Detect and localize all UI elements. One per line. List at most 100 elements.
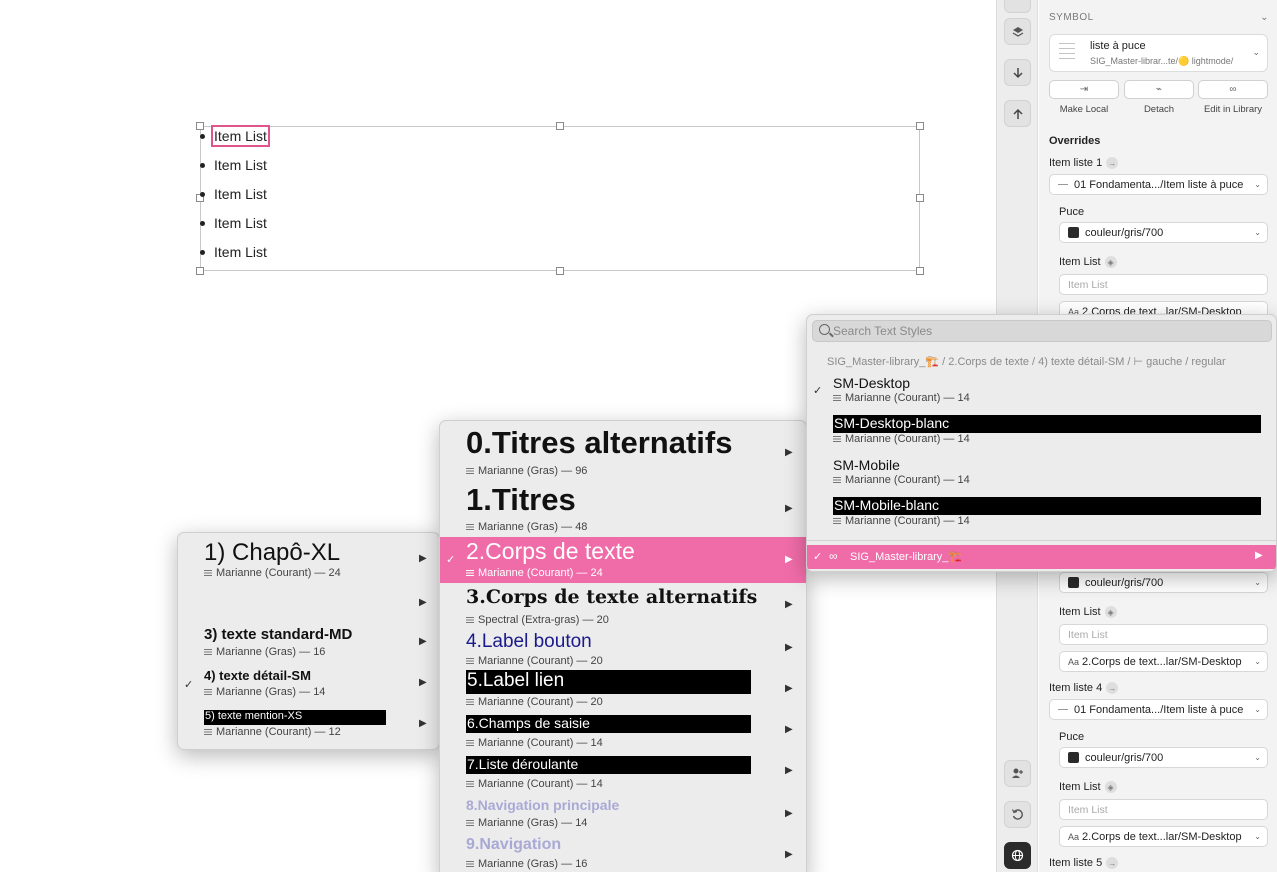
resize-handle-top[interactable]	[556, 122, 564, 130]
detach-button[interactable]: ⌁	[1124, 80, 1194, 99]
menu-item[interactable]: ✓ SM-Desktop Marianne (Courant) — 14	[807, 373, 1276, 414]
menu-item[interactable]: SM-Desktop-blanc Marianne (Courant) — 14	[807, 414, 1276, 455]
search-input[interactable]	[833, 323, 1263, 339]
list-item-text[interactable]: Item List	[211, 125, 270, 147]
list-item[interactable]: Item List	[200, 125, 270, 147]
resize-handle-right[interactable]	[916, 194, 924, 202]
submenu-arrow-icon: ▶	[785, 447, 793, 458]
text-override-input[interactable]: Item List	[1059, 624, 1268, 645]
list-item[interactable]: Item List	[200, 154, 267, 176]
revert-icon[interactable]	[1004, 801, 1031, 828]
menu-item-subtitle: Marianne (Courant) — 20	[466, 655, 603, 667]
list-item[interactable]: Item List	[200, 241, 267, 263]
list-item-text[interactable]: Item List	[214, 186, 267, 202]
layers-icon[interactable]	[1004, 18, 1031, 45]
override-label: Item liste 1 →	[1049, 157, 1119, 169]
menu-item[interactable]: 3) texte standard-MD Marianne (Gras) — 1…	[178, 625, 439, 665]
text-style-override-select[interactable]: Aa 2.Corps de text...lar/SM-Desktop ⌄	[1059, 826, 1268, 847]
list-item-text[interactable]: Item List	[214, 157, 267, 173]
select-value: 01 Fondamenta.../Item liste à puce	[1074, 703, 1244, 716]
bullet-icon	[200, 133, 205, 139]
text-override-input[interactable]: Item List	[1059, 274, 1268, 295]
menu-item[interactable]: 5.Label lien Marianne (Courant) — 20 ▶	[440, 668, 806, 709]
menu-item-subtitle: Marianne (Courant) — 20	[466, 696, 603, 708]
menu-item[interactable]: 5) texte mention-XS Marianne (Courant) —…	[178, 705, 439, 745]
menu-item[interactable]: 1) Chapô-XL Marianne (Courant) — 24 ▶	[178, 533, 439, 585]
submenu-arrow-icon: ▶	[785, 849, 793, 860]
make-local-button[interactable]: ⇥	[1049, 80, 1119, 99]
override-name: Puce	[1059, 731, 1085, 743]
tool-button-icon[interactable]	[1004, 0, 1031, 13]
resize-handle-bottom[interactable]	[556, 267, 564, 275]
menu-item-title: 9.Navigation	[466, 836, 562, 853]
bullet-icon	[200, 162, 205, 168]
menu-item[interactable]: 7.Liste déroulante Marianne (Courant) — …	[440, 750, 806, 791]
menu-item-subtitle: Marianne (Courant) — 14	[466, 737, 603, 749]
list-item[interactable]: Item List	[200, 212, 267, 234]
resize-handle-bottom-left[interactable]	[196, 267, 204, 275]
arrow-right-icon[interactable]: →	[1106, 157, 1119, 169]
selection-bounding-box[interactable]	[200, 126, 920, 271]
menu-item[interactable]: 8.Navigation principale Marianne (Gras) …	[440, 791, 806, 832]
chevron-down-icon[interactable]: ⌄	[1260, 12, 1269, 23]
search-icon	[819, 324, 830, 335]
globe-icon[interactable]	[1004, 842, 1031, 869]
checkmark-icon: ✓	[813, 551, 823, 563]
menu-item[interactable]: 1.Titres Marianne (Gras) — 48 ▶	[440, 481, 806, 537]
arrow-up-icon[interactable]	[1004, 100, 1031, 127]
menu-item[interactable]: ✓ 4) texte détail-SM Marianne (Gras) — 1…	[178, 665, 439, 705]
arrow-right-icon[interactable]: →	[1106, 857, 1119, 869]
menu-item-selected[interactable]: ✓ 2.Corps de texte Marianne (Courant) — …	[440, 537, 806, 583]
add-user-icon[interactable]	[1004, 760, 1031, 787]
menu-item[interactable]: 9.Navigation Marianne (Gras) — 16 ▶	[440, 832, 806, 872]
menu-item-subtitle: Marianne (Gras) — 14	[466, 817, 587, 829]
arrow-right-icon[interactable]: →	[1106, 682, 1119, 694]
symbol-override-select[interactable]: 01 Fondamenta.../Item liste à puce ⌄	[1049, 699, 1268, 720]
menu-item[interactable]: ▶	[178, 585, 439, 625]
submenu-arrow-icon: ▶	[785, 503, 793, 514]
symbol-picker[interactable]: liste à puce SIG_Master-librar...te/🟡 li…	[1049, 34, 1268, 72]
edit-in-library-button[interactable]: ∞	[1198, 80, 1268, 99]
color-override-select[interactable]: couleur/gris/700 ⌄	[1059, 222, 1268, 243]
text-style-override-select[interactable]: Aa 2.Corps de text...lar/SM-Desktop ⌄	[1059, 651, 1268, 672]
menu-item-subtitle: Marianne (Gras) — 16	[466, 858, 587, 870]
menu-item[interactable]: SM-Mobile Marianne (Courant) — 14	[807, 455, 1276, 496]
checkmark-icon: ✓	[446, 554, 456, 566]
menu-divider	[807, 540, 1276, 541]
menu-item-subtitle: Marianne (Gras) — 48	[466, 521, 587, 533]
menu-item[interactable]: 4.Label bouton Marianne (Courant) — 20 ▶	[440, 627, 806, 668]
chevron-down-icon: ⌄	[1254, 705, 1261, 714]
resize-handle-top-right[interactable]	[916, 122, 924, 130]
arrow-down-icon[interactable]	[1004, 59, 1031, 86]
list-item-text[interactable]: Item List	[214, 215, 267, 231]
chevron-down-icon: ⌄	[1254, 578, 1261, 587]
override-name: Item List	[1059, 606, 1101, 618]
library-menu-item[interactable]: ✓ ∞ SIG_Master-library_🏗️ ▶	[807, 545, 1276, 569]
resize-handle-bottom-right[interactable]	[916, 267, 924, 275]
list-item-text[interactable]: Item List	[214, 244, 267, 260]
symbol-section-header[interactable]: SYMBOL ⌄	[1049, 12, 1269, 23]
menu-item-title: 7.Liste déroulante	[466, 756, 751, 774]
symbol-thumbnail-icon	[1059, 43, 1075, 63]
color-override-select[interactable]: couleur/gris/700 ⌄	[1059, 572, 1268, 593]
checkmark-icon: ✓	[184, 679, 194, 691]
menu-item-title: 2.Corps de texte	[466, 538, 635, 564]
symbol-override-select[interactable]: 01 Fondamenta.../Item liste à puce ⌄	[1049, 174, 1268, 195]
override-label: Item liste 4 →	[1049, 682, 1119, 694]
menu-item[interactable]: 6.Champs de saisie Marianne (Courant) — …	[440, 709, 806, 750]
menu-item[interactable]: 3.Corps de texte alternatifs Spectral (E…	[440, 583, 806, 627]
menu-item-title: 3.Corps de texte alternatifs	[466, 586, 758, 608]
override-label: Item liste 5 →	[1049, 857, 1119, 869]
dash-icon	[1058, 184, 1068, 185]
override-label: Item List ◈	[1059, 606, 1117, 618]
submenu-arrow-icon: ▶	[419, 636, 427, 647]
menu-item[interactable]: 0.Titres alternatifs Marianne (Gras) — 9…	[440, 421, 806, 481]
select-value: couleur/gris/700	[1085, 226, 1164, 239]
search-text-styles[interactable]	[812, 320, 1272, 342]
text-override-input[interactable]: Item List	[1059, 799, 1268, 820]
color-override-select[interactable]: couleur/gris/700 ⌄	[1059, 747, 1268, 768]
list-item[interactable]: Item List	[200, 183, 267, 205]
detach-label: Detach	[1143, 104, 1175, 115]
make-local-icon: ⇥	[1079, 84, 1089, 95]
menu-item[interactable]: SM-Mobile-blanc Marianne (Courant) — 14	[807, 496, 1276, 537]
